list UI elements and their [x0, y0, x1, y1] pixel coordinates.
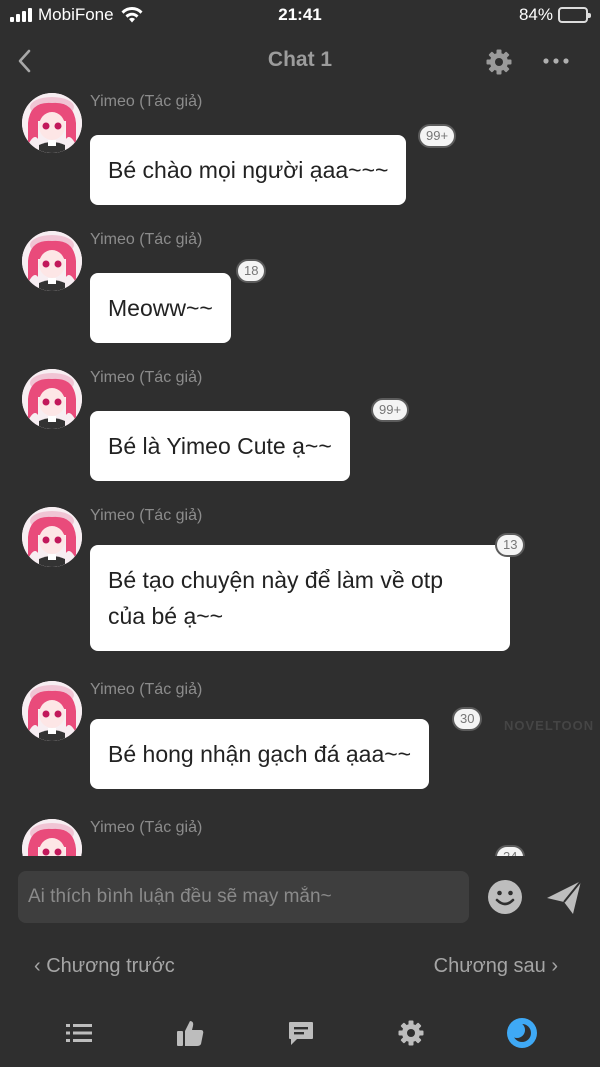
author-avatar-image: [22, 231, 82, 291]
message-author: Yimeo (Tác giả): [90, 93, 203, 110]
next-chapter-button[interactable]: Chương sau ›: [434, 955, 558, 978]
avatar[interactable]: [22, 369, 82, 429]
message-author: Yimeo (Tác giả): [90, 681, 203, 698]
message-bubble[interactable]: Meoww~~: [90, 273, 231, 343]
night-mode-icon: [507, 1018, 537, 1048]
tab-comment[interactable]: [283, 1016, 319, 1050]
comment-icon: [289, 1022, 313, 1045]
message-author: Yimeo (Tác giả): [90, 819, 203, 836]
message-bubble[interactable]: Bé tạo chuyện này để làm về otp của bé ạ…: [90, 545, 510, 651]
tab-chapter-list[interactable]: [61, 1016, 97, 1050]
comment-count-badge[interactable]: 30: [452, 707, 483, 731]
comment-count-badge[interactable]: 99+: [371, 398, 410, 422]
avatar[interactable]: [22, 819, 82, 856]
thumbs-up-icon: [177, 1021, 204, 1046]
chapter-navigation: ‹ Chương trước Chương sau ›: [0, 945, 600, 989]
author-avatar-image: [22, 369, 82, 429]
message-bubble[interactable]: Bé hong nhận gạch đá ạaa~~: [90, 719, 430, 789]
author-avatar-image: [22, 819, 82, 856]
status-time: 21:41: [278, 5, 322, 24]
tab-settings[interactable]: [393, 1016, 429, 1050]
message-author: Yimeo (Tác giả): [90, 507, 203, 524]
avatar[interactable]: [22, 231, 82, 291]
tab-night-mode[interactable]: [504, 1016, 540, 1050]
status-bar: MobiFone 21:41 84%: [0, 0, 600, 32]
battery-icon: [558, 7, 591, 23]
comment-count-badge[interactable]: 18: [236, 259, 267, 283]
author-avatar-image: [22, 507, 82, 567]
previous-chapter-button[interactable]: ‹ Chương trước: [34, 955, 175, 978]
message-text-line: của bé ạ~~: [108, 603, 224, 629]
message-author: Yimeo (Tác giả): [90, 369, 203, 386]
message-bubble[interactable]: Bé chào mọi người ạaa~~~: [90, 135, 407, 205]
avatar[interactable]: [22, 681, 82, 741]
message-text: Meoww~~: [108, 295, 213, 321]
smiley-icon[interactable]: [487, 879, 523, 915]
comment-input[interactable]: [18, 871, 469, 923]
gear-icon: [398, 1020, 424, 1046]
comment-count-badge[interactable]: 24: [495, 845, 526, 856]
tab-like[interactable]: [172, 1016, 208, 1050]
message-text-line: Bé tạo chuyện này để làm về otp: [108, 567, 443, 593]
comment-count-badge[interactable]: 99+: [418, 124, 457, 148]
send-icon[interactable]: [545, 878, 583, 916]
chat-list[interactable]: Yimeo (Tác giả) Bé chào mọi người ạaa~~~…: [0, 88, 600, 856]
battery-percent: 84%: [518, 5, 553, 24]
avatar[interactable]: [22, 93, 82, 153]
author-avatar-image: [22, 681, 82, 741]
gear-icon[interactable]: [485, 48, 513, 76]
author-avatar-image: [22, 93, 82, 153]
message-author: Yimeo (Tác giả): [90, 231, 203, 248]
list-icon: [66, 1024, 92, 1042]
watermark-logo: NOVELTOON: [504, 718, 595, 733]
bottom-toolbar: [0, 1000, 600, 1067]
message-bubble[interactable]: Bé là Yimeo Cute ạ~~: [90, 411, 350, 481]
comment-input-bar: [0, 860, 600, 935]
message-text: Bé chào mọi người ạaa~~~: [108, 157, 389, 183]
more-icon[interactable]: [540, 50, 572, 72]
avatar[interactable]: [22, 507, 82, 567]
message-text: Bé hong nhận gạch đá ạaa~~: [108, 741, 412, 767]
nav-bar: Chat 1: [0, 36, 600, 86]
comment-count-badge[interactable]: 13: [495, 533, 526, 557]
message-text: Bé là Yimeo Cute ạ~~: [108, 433, 332, 459]
status-right: 84%: [518, 5, 591, 25]
